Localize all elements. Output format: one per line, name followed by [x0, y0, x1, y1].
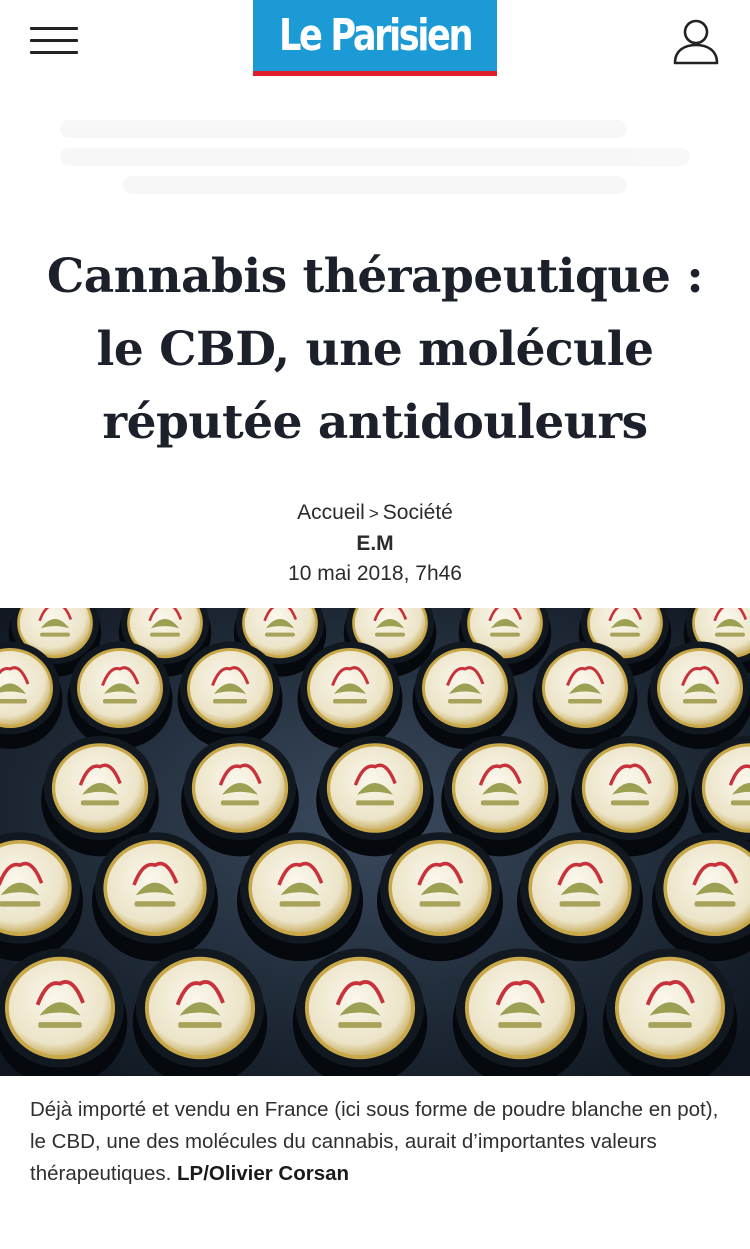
- image-caption: Déjà importé et vendu en France (ici sou…: [30, 1094, 720, 1190]
- user-account-icon[interactable]: [672, 18, 720, 66]
- logo-text: Le Parisien: [278, 10, 474, 61]
- ad-placeholder: [60, 110, 690, 200]
- article-author[interactable]: E.M: [0, 529, 750, 559]
- breadcrumb: Accueil > Société: [0, 498, 750, 529]
- article-meta: Accueil > Société E.M 10 mai 2018, 7h46: [0, 498, 750, 589]
- breadcrumb-section-link[interactable]: Société: [383, 501, 453, 524]
- article-hero-image[interactable]: [0, 608, 750, 1076]
- breadcrumb-separator: >: [368, 504, 379, 523]
- breadcrumb-home-link[interactable]: Accueil: [297, 501, 365, 524]
- site-logo[interactable]: Le Parisien: [253, 0, 497, 76]
- top-bar: Le Parisien: [0, 0, 750, 90]
- photo-credit: LP/Olivier Corsan: [177, 1162, 350, 1185]
- article-date: 10 mai 2018, 7h46: [288, 562, 462, 585]
- hamburger-menu-icon[interactable]: [30, 27, 78, 55]
- article-title: Cannabis thérapeutique : le CBD, une mol…: [46, 249, 704, 450]
- caption-text: Déjà importé et vendu en France (ici sou…: [30, 1098, 719, 1185]
